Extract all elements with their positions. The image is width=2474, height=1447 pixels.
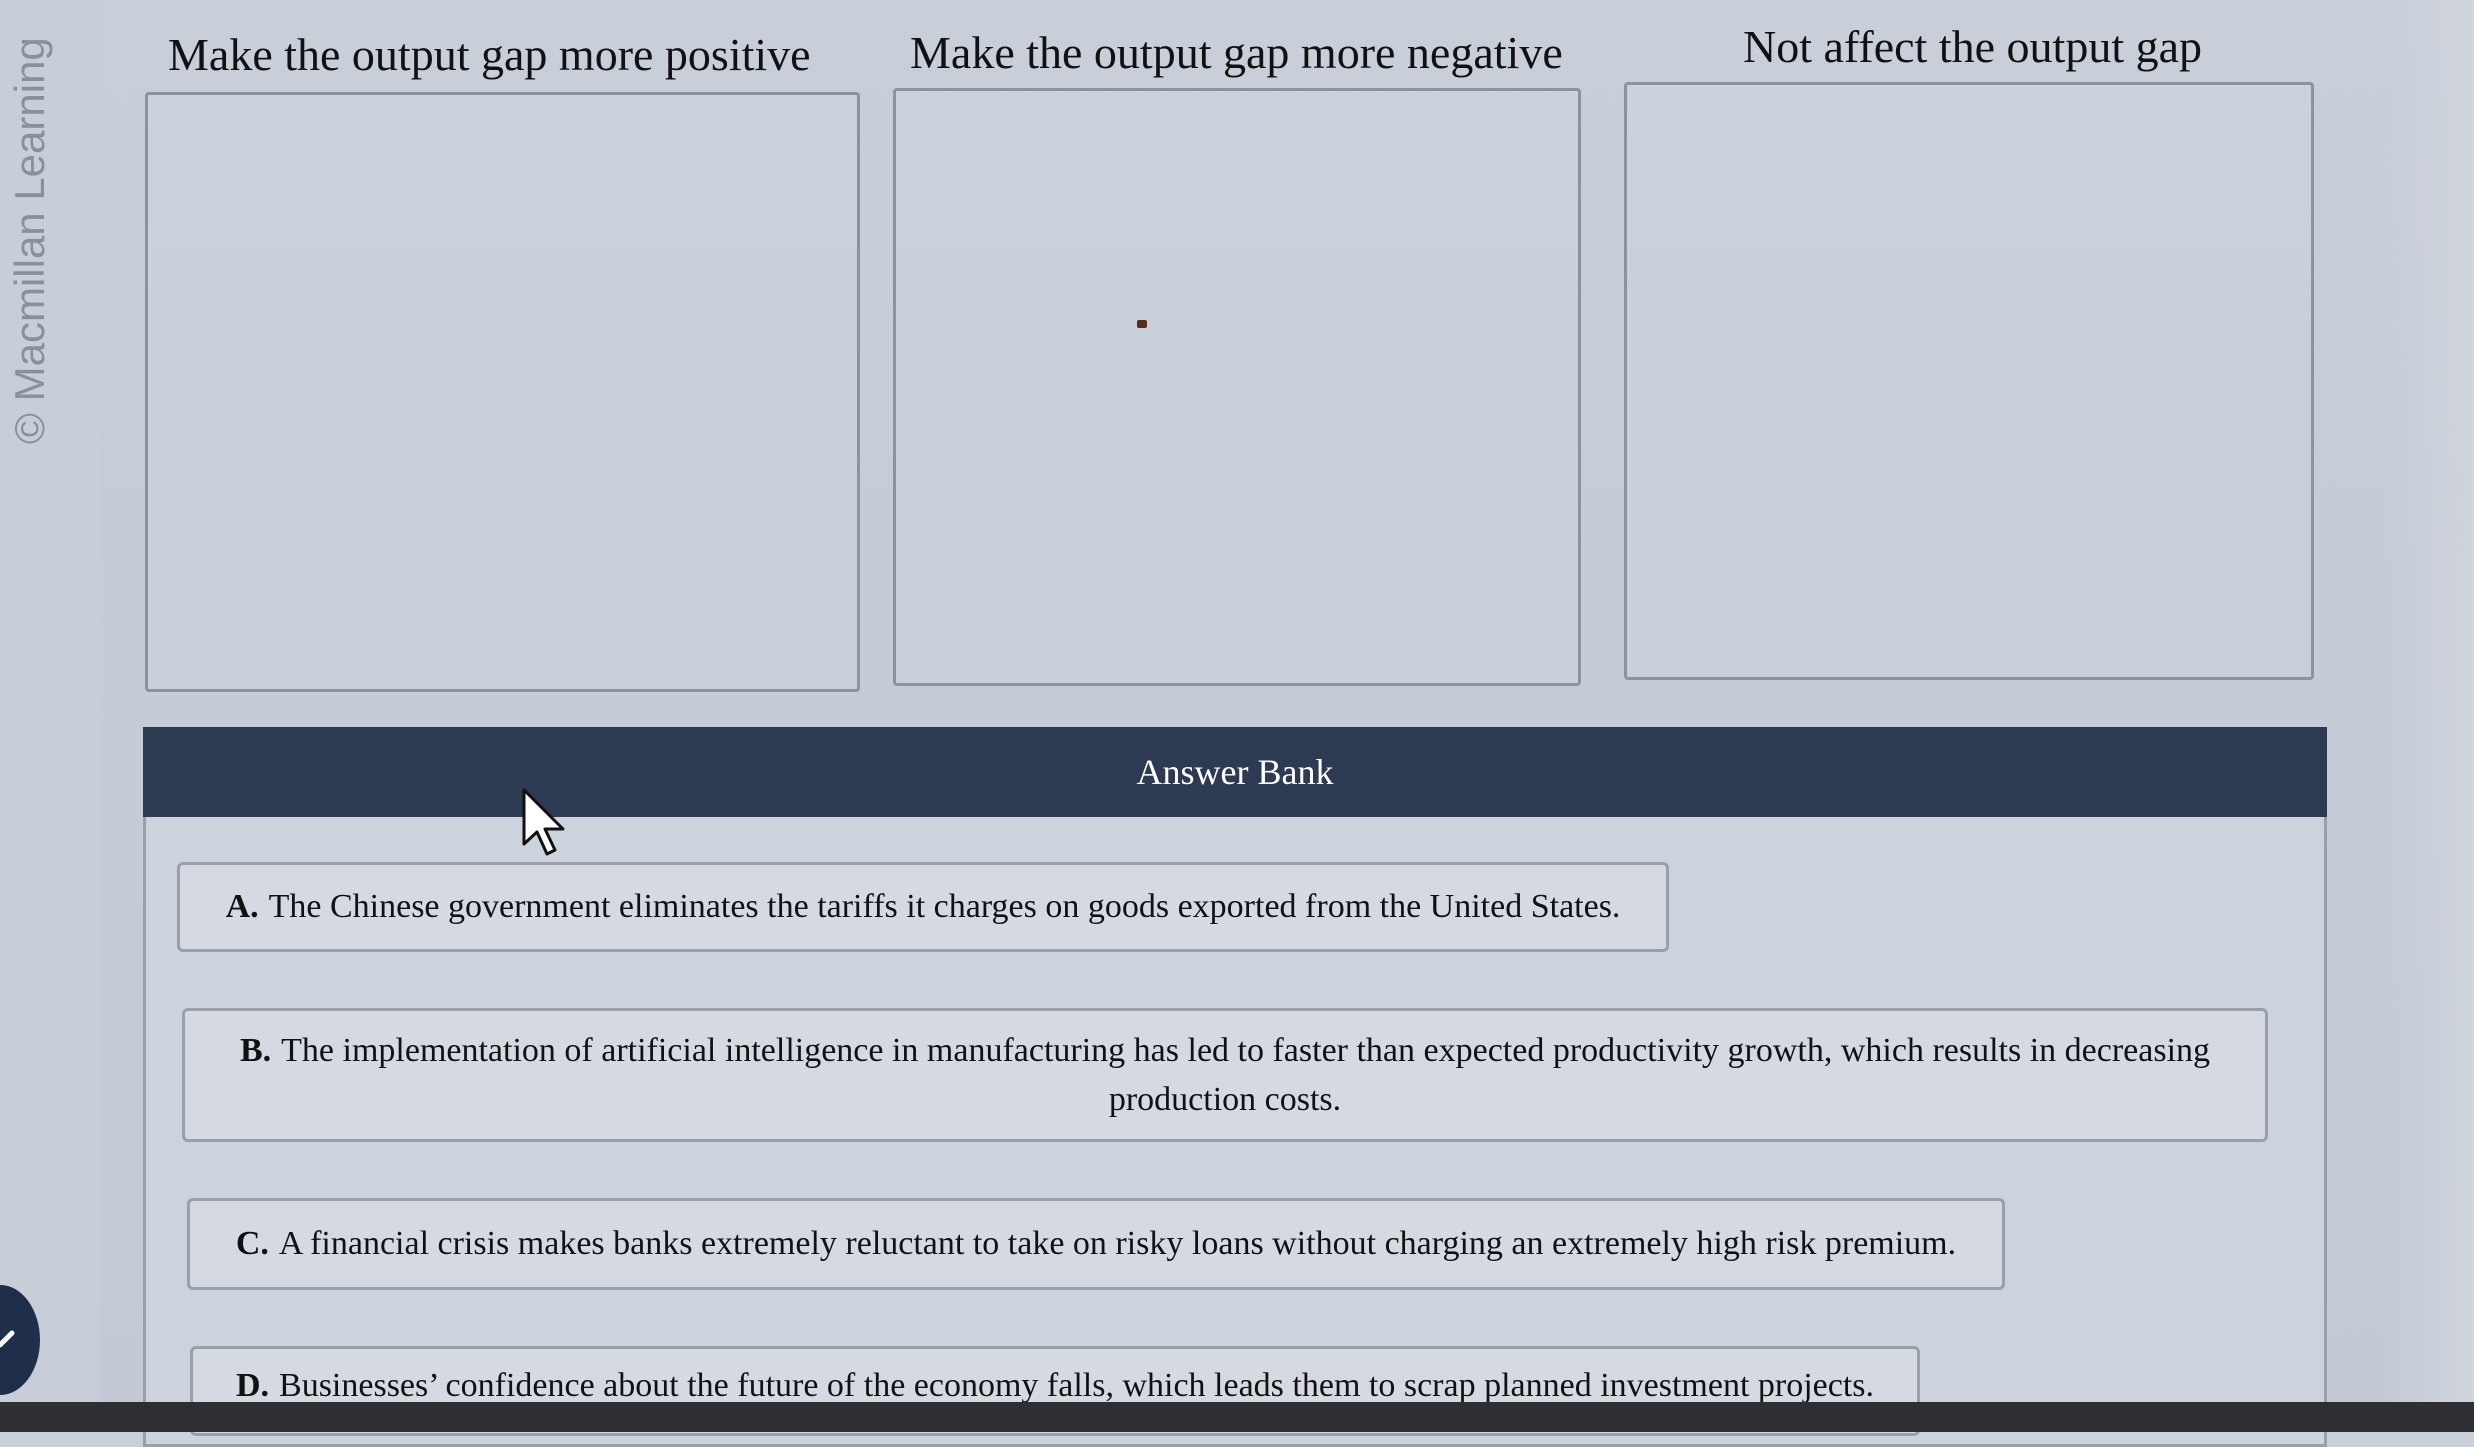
speck — [1137, 320, 1147, 328]
answer-letter: C. — [235, 1225, 269, 1263]
answer-item-a[interactable]: A. The Chinese government eliminates the… — [177, 862, 1669, 952]
bin-title-negative: Make the output gap more negative — [910, 27, 1563, 78]
drop-zone-positive[interactable] — [145, 92, 860, 692]
drop-zone-negative[interactable] — [893, 88, 1581, 686]
answer-bank-title: Answer Bank — [1136, 752, 1334, 792]
answer-text: A financial crisis makes banks extremely… — [278, 1225, 1957, 1263]
answer-item-c[interactable]: C. A financial crisis makes banks extrem… — [187, 1198, 2005, 1290]
answer-text: The implementation of artificial intelli… — [281, 1031, 2211, 1118]
left-margin: © Macmillan Learning — [0, 0, 100, 1432]
bin-title-positive: Make the output gap more positive — [168, 29, 811, 80]
right-edge-shade — [2384, 0, 2474, 1432]
answer-bank-header: Answer Bank — [143, 727, 2327, 817]
answer-letter: B. — [239, 1031, 272, 1069]
drop-zone-no-effect[interactable] — [1624, 82, 2314, 680]
answer-content: B. The implementation of artificial intel… — [211, 1026, 2239, 1125]
answer-item-b[interactable]: B. The implementation of artificial intel… — [182, 1008, 2268, 1142]
bin-title-no-effect: Not affect the output gap — [1743, 21, 2203, 72]
checkmark-icon[interactable] — [0, 1285, 40, 1395]
copyright-watermark: © Macmillan Learning — [6, 37, 53, 444]
answer-letter: A. — [225, 888, 259, 926]
answer-text: The Chinese government eliminates the ta… — [268, 888, 1621, 926]
mouse-pointer-icon — [522, 788, 565, 856]
bottom-edge-bar — [0, 1402, 2474, 1432]
